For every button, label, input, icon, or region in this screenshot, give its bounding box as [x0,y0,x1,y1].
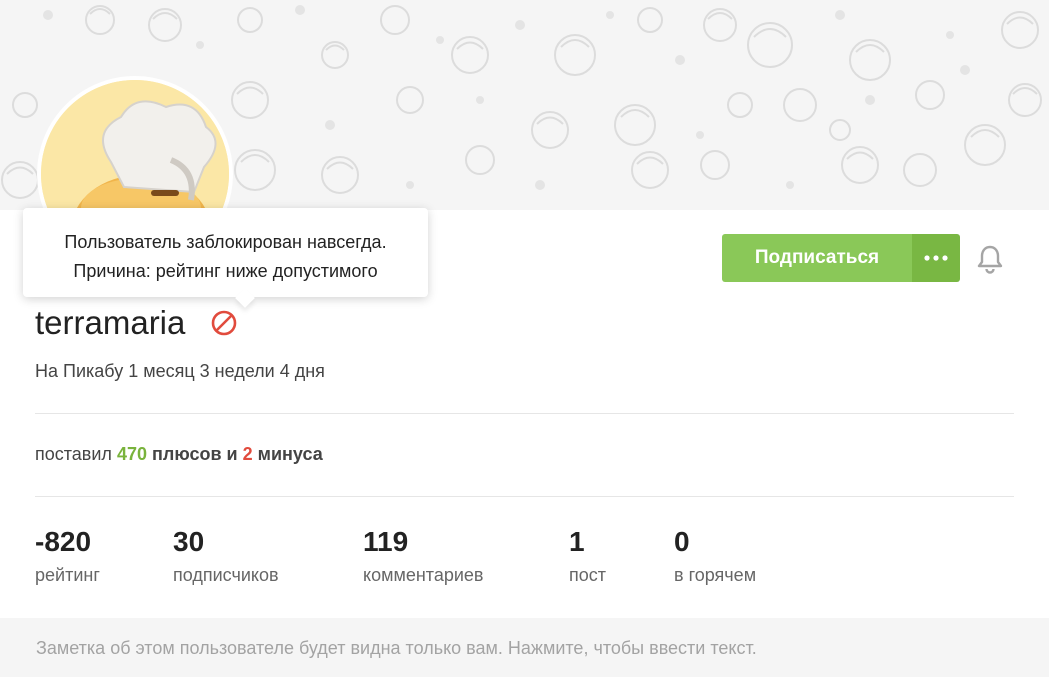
stat-rating[interactable]: -820 рейтинг [35,525,100,586]
stat-label: подписчиков [173,565,279,585]
profile-page: Пользователь заблокирован навсегда. Прич… [0,0,1049,677]
divider [35,496,1014,497]
stat-comments[interactable]: 119 комментариев [363,525,483,586]
stat-subscribers[interactable]: 30 подписчиков [173,525,279,586]
stat-value: 0 [674,526,690,557]
stat-label: комментариев [363,565,484,585]
ban-tooltip: Пользователь заблокирован навсегда. Прич… [23,208,428,297]
dots-horizontal-icon [924,255,948,261]
plus-word: плюсов и [152,444,238,464]
stat-label: пост [569,565,607,585]
stat-value: 119 [363,526,409,557]
stat-label: в горячем [674,565,757,585]
username: terramaria [35,304,186,341]
plus-count: 470 [116,444,147,464]
ban-icon[interactable] [210,309,238,337]
votes-prefix: поставил [35,444,112,464]
bell-icon[interactable] [976,244,1004,274]
account-age: На Пикабу 1 месяц 3 недели 4 дня [35,361,325,381]
user-note-field[interactable]: Заметка об этом пользователе будет видна… [0,618,1049,677]
minus-count: 2 [242,444,253,464]
tooltip-line-reason: Причина: рейтинг ниже допустимого [73,261,378,281]
divider [35,413,1014,414]
minus-word: минуса [257,444,323,464]
more-button[interactable] [912,234,960,282]
stat-hot[interactable]: 0 в горячем [674,525,756,586]
stat-value: 1 [569,526,585,557]
votes-summary: поставил 470 плюсов и 2 минуса [35,444,323,465]
stat-posts[interactable]: 1 пост [569,525,606,586]
stat-value: -820 [35,526,92,557]
subscribe-button[interactable]: Подписаться [722,234,912,282]
tooltip-line-ban: Пользователь заблокирован навсегда. [64,232,387,252]
stat-value: 30 [173,526,205,557]
stat-label: рейтинг [35,565,100,585]
